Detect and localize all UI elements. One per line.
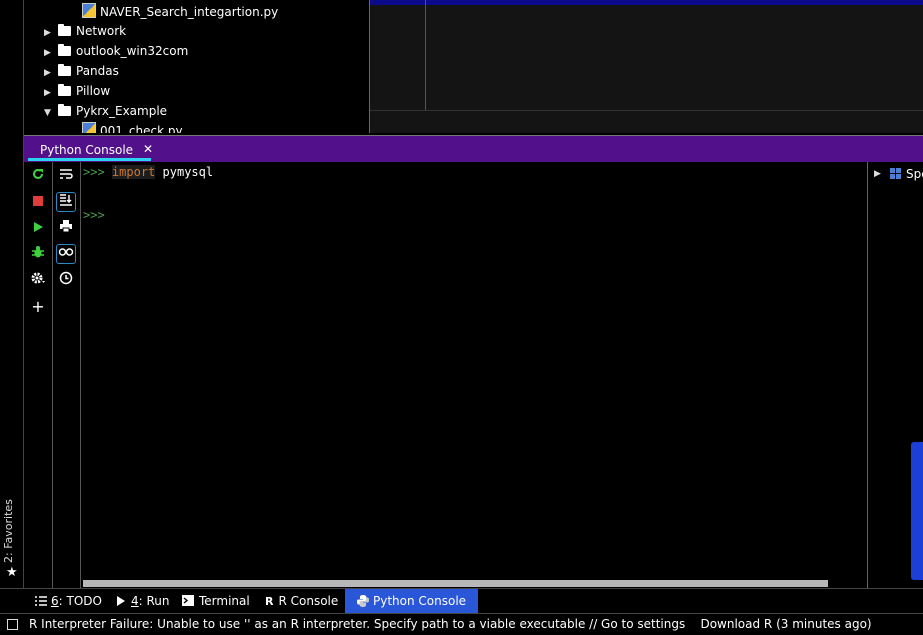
clock-icon: [59, 271, 73, 285]
console-prompt: >>>: [83, 165, 105, 179]
folder-icon: [58, 84, 71, 96]
python-file-icon: [82, 122, 96, 133]
scroll-to-end-button[interactable]: [56, 192, 76, 212]
tree-item-folder[interactable]: ▶ Pandas: [44, 61, 119, 81]
r-console-tab[interactable]: R R Console: [265, 589, 338, 613]
tree-item-folder[interactable]: ▼ Pykrx_Example: [44, 101, 167, 121]
run-tab[interactable]: 4: Run: [116, 589, 170, 613]
bug-icon: [32, 246, 44, 258]
scroll-to-end-icon: [60, 194, 72, 206]
tool-window-bar: 6: TODO 4: Run Terminal R R Console Pytho…: [0, 588, 923, 614]
tab-label: Python Console: [40, 143, 134, 157]
tree-item-label: Pykrx_Example: [76, 104, 168, 118]
horizontal-scrollbar[interactable]: [83, 580, 828, 587]
r-console-label: R Console: [278, 594, 339, 608]
expand-arrow-icon[interactable]: ▶: [874, 169, 881, 179]
todo-mnemonic: 6: [51, 594, 59, 608]
vertical-scrollbar[interactable]: [911, 442, 923, 580]
active-tab-indicator: [28, 158, 151, 161]
status-bar: R Interpreter Failure: Unable to use '' …: [0, 613, 923, 635]
variables-panel: ▶ Spe: [867, 162, 923, 588]
terminal-label: Terminal: [199, 594, 250, 608]
add-icon[interactable]: +: [28, 297, 48, 317]
debug-button[interactable]: [28, 245, 48, 265]
run-label: : Run: [138, 594, 170, 608]
expand-arrow-icon[interactable]: ▶: [44, 63, 58, 83]
terminal-tab[interactable]: Terminal: [182, 589, 250, 613]
toggle-tool-windows-icon[interactable]: [7, 619, 18, 630]
python-console-label: Python Console: [373, 594, 467, 608]
favorites-strip: 2: Favorites ★: [0, 0, 24, 588]
history-button[interactable]: [56, 271, 76, 291]
special-variables-label[interactable]: Spe: [906, 167, 923, 181]
code-text: pymysql: [162, 165, 214, 179]
editor-divider: [370, 110, 923, 111]
console-output[interactable]: >>> import pymysql >>>: [81, 162, 867, 580]
todo-label: : TODO: [58, 594, 102, 608]
tree-item-folder[interactable]: ▶ Pillow: [44, 81, 110, 101]
tree-item-file[interactable]: NAVER_Search_integartion.py: [82, 2, 278, 22]
show-variables-button[interactable]: [56, 244, 76, 264]
project-tree: NAVER_Search_integartion.py ▶ Network ▶ ou…: [24, 0, 368, 133]
editor-divider: [425, 0, 426, 110]
printer-icon: [60, 220, 72, 233]
print-button[interactable]: [56, 219, 76, 239]
tree-item-label: Pandas: [76, 64, 119, 78]
tree-item-label: Pillow: [76, 84, 111, 98]
r-icon: R: [265, 595, 274, 608]
tree-item-label: 001_check.py: [100, 124, 183, 133]
console-prompt: >>>: [83, 208, 105, 222]
stop-icon: [33, 196, 43, 206]
star-icon[interactable]: ★: [6, 565, 18, 580]
expand-arrow-icon[interactable]: ▶: [44, 83, 58, 103]
glasses-icon: [58, 248, 74, 256]
execute-button[interactable]: [28, 219, 48, 239]
folder-icon: [58, 24, 71, 36]
tree-item-folder[interactable]: ▶ outlook_win32com: [44, 41, 188, 61]
python-console-tab[interactable]: Python Console: [345, 589, 479, 613]
folder-icon: [58, 64, 71, 76]
gear-icon: [31, 272, 45, 284]
soft-wrap-icon: [60, 169, 73, 179]
special-variables-icon: [890, 168, 902, 180]
rerun-icon: [33, 168, 43, 179]
folder-icon: [58, 44, 71, 56]
editor-tab-strip: [370, 0, 923, 5]
tree-item-label: outlook_win32com: [76, 44, 189, 58]
console-line: >>> import pymysql: [83, 165, 213, 179]
todo-tab[interactable]: 6: TODO: [35, 589, 102, 613]
favorites-label: 2: Favorites: [2, 499, 15, 563]
play-icon: [34, 222, 43, 232]
expand-arrow-icon[interactable]: ▶: [44, 43, 58, 63]
folder-icon: [58, 104, 71, 116]
status-message[interactable]: R Interpreter Failure: Unable to use '' …: [29, 614, 872, 634]
tree-item-label: Network: [76, 24, 127, 38]
collapse-arrow-icon[interactable]: ▼: [44, 103, 58, 123]
python-file-icon: [82, 3, 96, 18]
console-toolbar-primary: +: [24, 162, 53, 588]
tab-python-console[interactable]: Python Console ✕: [28, 136, 153, 162]
settings-button[interactable]: [28, 271, 48, 291]
console-toolbar-secondary: [53, 162, 81, 588]
soft-wrap-button[interactable]: [56, 167, 76, 187]
list-icon: [35, 596, 47, 606]
stop-button[interactable]: [28, 193, 48, 213]
code-keyword: import: [111, 165, 156, 179]
terminal-icon: [182, 595, 194, 606]
close-icon[interactable]: ✕: [143, 142, 153, 156]
tree-item-label: NAVER_Search_integartion.py: [100, 5, 279, 19]
editor-area[interactable]: [369, 0, 923, 133]
play-icon: [117, 596, 125, 606]
run-mnemonic: 4: [131, 594, 139, 608]
console-input-line[interactable]: >>>: [83, 208, 105, 222]
python-icon: [357, 595, 369, 607]
tree-item-folder[interactable]: ▶ Network: [44, 21, 126, 41]
tree-item-file[interactable]: 001_check.py: [82, 121, 183, 133]
favorites-tab[interactable]: 2: Favorites: [2, 499, 22, 565]
rerun-button[interactable]: [28, 167, 48, 187]
tool-window-header: Python Console ✕: [24, 135, 923, 162]
expand-arrow-icon[interactable]: ▶: [44, 23, 58, 43]
